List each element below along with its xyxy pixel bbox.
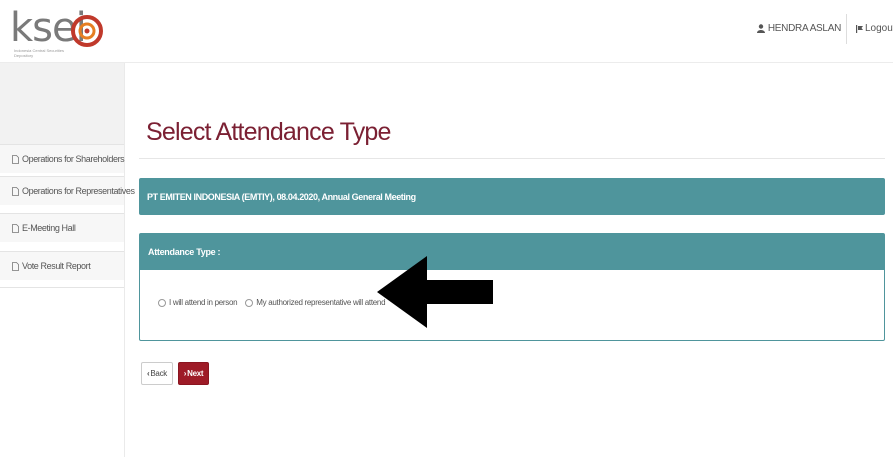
sidebar-item-label: E-Meeting Hall bbox=[22, 223, 76, 233]
sidebar-item-label: Operations for Representatives bbox=[22, 186, 135, 196]
top-header: ksei Indonesia Central Securities Deposi… bbox=[0, 0, 893, 63]
attend-in-person-radio[interactable] bbox=[158, 298, 166, 307]
sidebar-spacer bbox=[0, 63, 124, 144]
logo-subtitle: Indonesia Central Securities Depository bbox=[14, 48, 65, 58]
meeting-info-bar: PT EMITEN INDONESIA (EMTIY), 08.04.2020,… bbox=[139, 178, 885, 215]
logo-swirl-icon bbox=[71, 15, 103, 47]
header-divider bbox=[846, 14, 847, 44]
representative-attend-label: My authorized representative will attend bbox=[256, 298, 386, 307]
sidebar-item-label: Vote Result Report bbox=[22, 261, 91, 271]
logout-icon bbox=[856, 24, 863, 33]
document-icon bbox=[12, 154, 19, 164]
attendance-options: I will attend in person My authorized re… bbox=[158, 298, 386, 307]
page-title: Select Attendance Type bbox=[146, 118, 391, 146]
sidebar-item-e-meeting-hall[interactable]: E-Meeting Hall bbox=[0, 213, 124, 242]
user-name: HENDRA ASLAN bbox=[767, 23, 841, 34]
attendance-type-panel: Attendance Type : I will attend in perso… bbox=[139, 233, 885, 341]
user-icon bbox=[756, 24, 765, 33]
user-menu[interactable]: HENDRA ASLAN bbox=[756, 23, 841, 34]
representative-attend-radio[interactable] bbox=[245, 298, 254, 307]
logout-link[interactable]: Logout bbox=[856, 23, 893, 34]
back-button[interactable]: ‹ Back bbox=[141, 362, 173, 385]
sidebar-item-operations-representatives[interactable]: Operations for Representatives bbox=[0, 176, 135, 205]
attend-in-person-option[interactable]: I will attend in person bbox=[158, 298, 238, 307]
sidebar-item-vote-result-report[interactable]: Vote Result Report bbox=[0, 251, 124, 280]
attendance-panel-heading: Attendance Type : bbox=[140, 234, 884, 270]
sidebar: Operations for Shareholders Operations f… bbox=[0, 63, 135, 457]
left-arrow-icon bbox=[377, 256, 493, 328]
chevron-left-icon: ‹ bbox=[147, 369, 150, 378]
ksei-logo[interactable]: ksei Indonesia Central Securities Deposi… bbox=[10, 6, 120, 62]
next-button[interactable]: › Next bbox=[178, 362, 209, 385]
representative-attend-option[interactable]: My authorized representative will attend bbox=[245, 298, 386, 307]
meeting-info-text: PT EMITEN INDONESIA (EMTIY), 08.04.2020,… bbox=[147, 191, 416, 202]
sidebar-divider bbox=[0, 287, 124, 288]
attend-in-person-label: I will attend in person bbox=[169, 298, 238, 307]
document-icon bbox=[12, 186, 19, 196]
sidebar-item-label: Operations for Shareholders bbox=[22, 154, 125, 164]
chevron-right-icon: › bbox=[183, 369, 187, 378]
logout-label: Logout bbox=[865, 23, 893, 34]
title-divider bbox=[139, 158, 885, 159]
sidebar-item-operations-shareholders[interactable]: Operations for Shareholders bbox=[0, 144, 125, 173]
document-icon bbox=[12, 261, 19, 271]
back-button-label: Back bbox=[150, 369, 167, 378]
next-button-label: Next bbox=[187, 369, 204, 378]
document-icon bbox=[12, 223, 19, 233]
